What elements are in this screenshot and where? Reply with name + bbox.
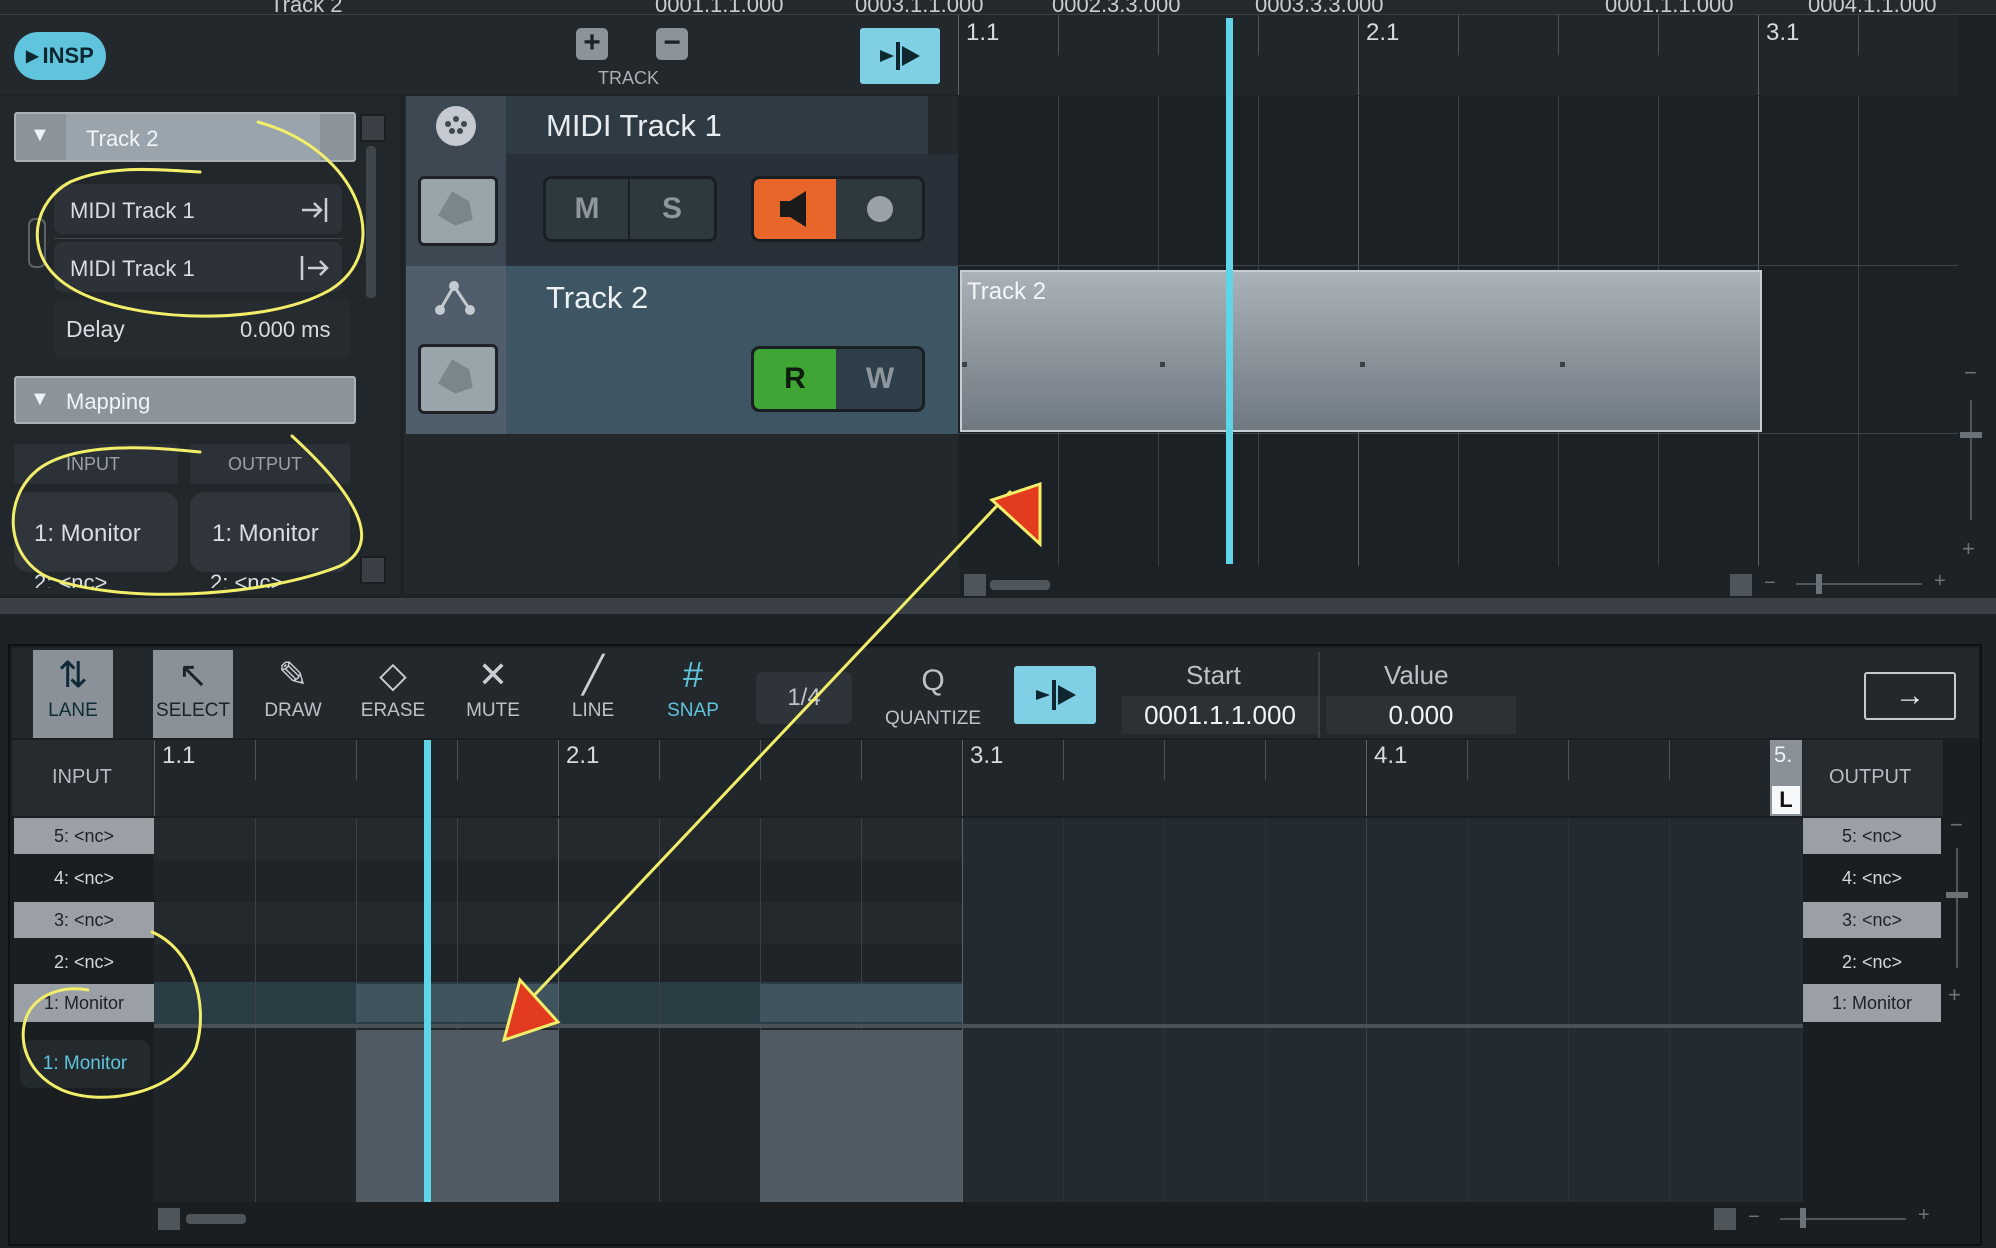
highlight-ellipse [11, 434, 363, 596]
highlight-ellipse [21, 930, 202, 1099]
arrowhead-icon [501, 976, 561, 1043]
connector-line [524, 490, 1012, 1006]
highlight-ellipse [35, 120, 365, 318]
arrowhead-icon [989, 481, 1042, 548]
annotation-overlay [11, 120, 1042, 1099]
